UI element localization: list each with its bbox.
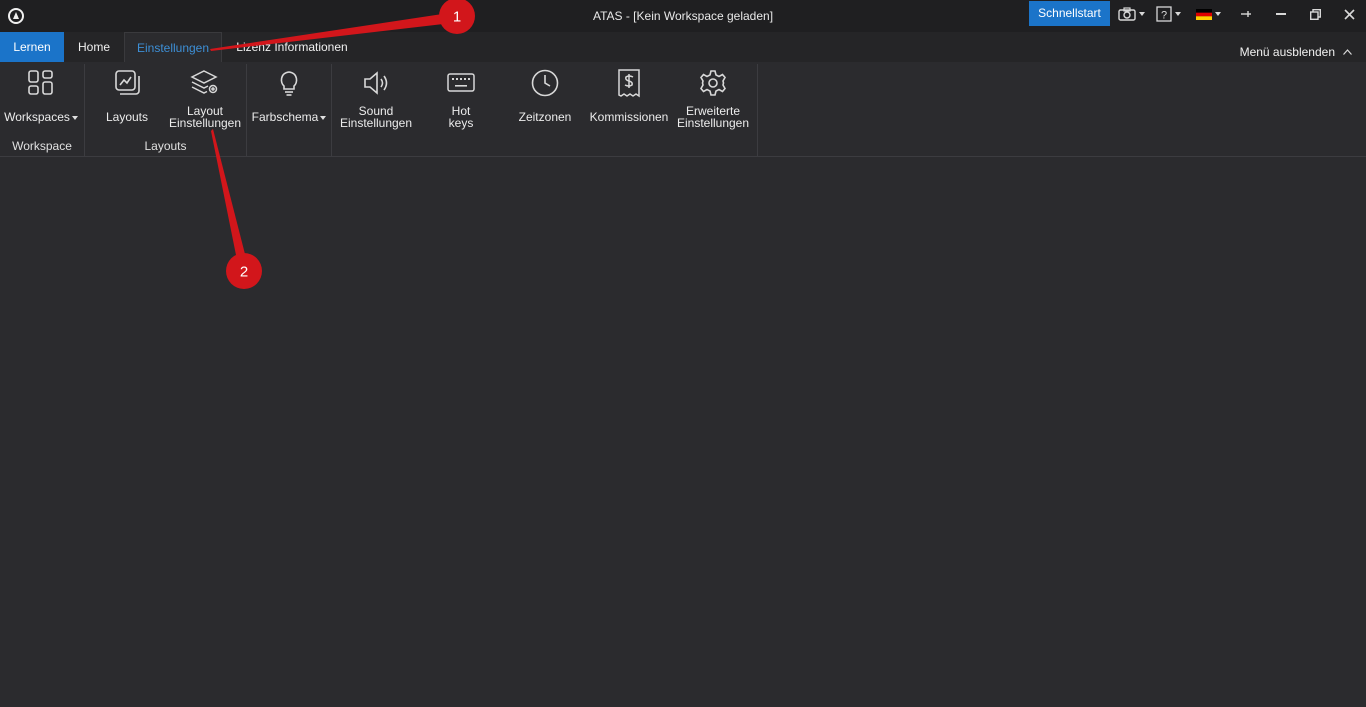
annotation-marker-1-label: 1 (453, 9, 461, 26)
annotation-marker-2: 2 (226, 253, 262, 289)
annotation-arrow-2 (211, 129, 246, 260)
annotation-marker-1: 1 (439, 0, 475, 34)
annotation-arrow-1 (210, 13, 452, 51)
annotation-marker-2-label: 2 (240, 264, 248, 281)
annotation-overlay: 1 2 (210, 0, 475, 289)
